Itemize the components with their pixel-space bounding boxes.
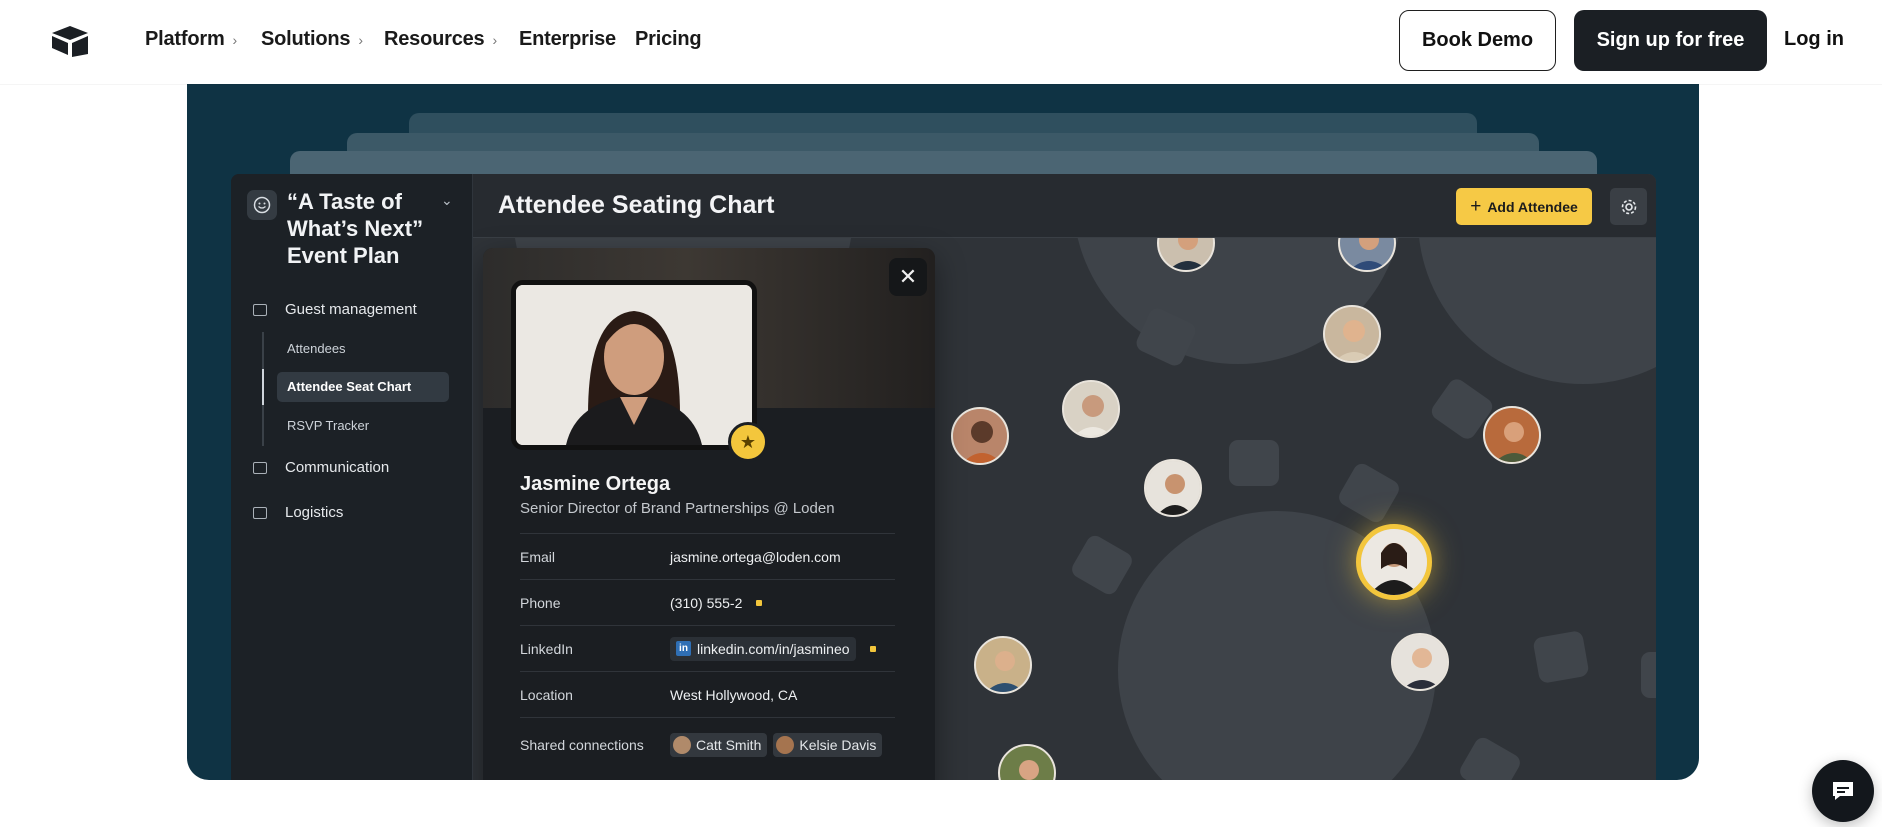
email-value[interactable]: jasmine.ortega@loden.com [670, 549, 841, 565]
nav-pricing[interactable]: Pricing [635, 28, 702, 51]
chat-icon [253, 303, 267, 316]
profile-role: Senior Director of Brand Partnerships @ … [520, 500, 835, 517]
connection-name: Kelsie Davis [799, 736, 877, 753]
attendee-avatar[interactable] [974, 636, 1032, 694]
field-label: Location [520, 686, 573, 703]
sidebar-group-logistics[interactable]: Logistics [253, 504, 343, 521]
linkedin-icon: in [676, 641, 691, 656]
profile-row-connections: Shared connections Catt Smith Kelsie Dav… [520, 717, 895, 771]
book-demo-button[interactable]: Book Demo [1399, 10, 1556, 71]
field-label: Shared connections [520, 736, 644, 753]
cursor-marker [756, 599, 763, 606]
seat[interactable] [1532, 630, 1590, 684]
profile-photo [511, 280, 757, 450]
field-label: Phone [520, 594, 561, 611]
logo-icon[interactable] [50, 24, 90, 58]
profile-name: Jasmine Ortega [520, 473, 671, 495]
top-navigation: Platform › Solutions › Resources › Enter… [0, 0, 1882, 84]
attendee-avatar[interactable] [1062, 380, 1120, 438]
attendee-avatar[interactable] [998, 744, 1056, 780]
connections-value: Catt Smith Kelsie Davis [670, 732, 888, 757]
connection-chip[interactable]: Catt Smith [670, 732, 768, 757]
hero-panel: “A Taste of What’s Next” Event Plan ⌄ Gu… [187, 84, 1699, 780]
nav-resources-label: Resources [384, 28, 485, 50]
plus-icon: + [1470, 195, 1482, 217]
profile-row-location: Location West Hollywood, CA [520, 671, 895, 717]
avatar [776, 735, 795, 754]
seat[interactable] [1456, 734, 1524, 780]
chevron-right-icon: › [358, 31, 363, 48]
sidebar-item-rsvp-tracker[interactable]: RSVP Tracker [287, 418, 369, 433]
sidebar-group-communication[interactable]: Communication [253, 459, 389, 476]
attendee-profile-card: ✕ ★ Jasmine Ortega Senior Director of Br… [483, 248, 935, 780]
connection-chip[interactable]: Kelsie Davis [773, 732, 883, 757]
seat[interactable] [1229, 440, 1279, 486]
linkedin-value[interactable]: in linkedin.com/in/jasmineo [670, 636, 876, 661]
app-sidebar: “A Taste of What’s Next” Event Plan ⌄ Gu… [231, 174, 473, 780]
seat[interactable] [1335, 460, 1403, 526]
star-icon: ★ [728, 422, 768, 462]
seat[interactable] [1641, 652, 1656, 698]
chart-header: Attendee Seating Chart + Add Attendee [473, 174, 1656, 238]
location-value: West Hollywood, CA [670, 686, 798, 703]
chevron-down-icon[interactable]: ⌄ [441, 192, 453, 209]
attendee-avatar-highlighted[interactable] [1356, 524, 1432, 600]
attendee-avatar[interactable] [1483, 406, 1541, 464]
sidebar-group-label: Logistics [285, 504, 344, 521]
nav-enterprise-label: Enterprise [519, 28, 616, 50]
seat[interactable] [1068, 532, 1136, 598]
box-icon [253, 506, 267, 519]
profile-row-linkedin: LinkedIn in linkedin.com/in/jasmineo [520, 625, 895, 671]
nav-solutions-label: Solutions [261, 28, 351, 50]
nav-platform-label: Platform [145, 28, 225, 50]
profile-row-email: Email jasmine.ortega@loden.com [520, 533, 895, 579]
cursor-marker [869, 645, 876, 652]
nav-pricing-label: Pricing [635, 28, 702, 50]
login-link[interactable]: Log in [1784, 28, 1844, 51]
avatar [673, 735, 691, 754]
page-title: Attendee Seating Chart [498, 191, 775, 219]
nav-enterprise[interactable]: Enterprise [519, 28, 616, 51]
profile-row-phone: Phone (310) 555-2 [520, 579, 895, 625]
attendee-avatar[interactable] [1391, 633, 1449, 691]
chevron-right-icon: › [492, 31, 497, 48]
nav-resources[interactable]: Resources › [384, 28, 497, 51]
field-label: Email [520, 548, 556, 565]
gear-icon[interactable] [1610, 188, 1647, 225]
add-attendee-label: Add Attendee [1487, 198, 1578, 215]
sidebar-group-label: Communication [285, 459, 390, 476]
linkedin-pill: in linkedin.com/in/jasmineo [670, 636, 856, 661]
nav-platform[interactable]: Platform › [145, 28, 237, 51]
phone-value[interactable]: (310) 555-2 [670, 594, 763, 611]
attendee-avatar[interactable] [951, 407, 1009, 465]
close-icon[interactable]: ✕ [889, 258, 927, 296]
connection-name: Catt Smith [696, 736, 762, 753]
attendee-avatar[interactable] [1323, 305, 1381, 363]
sidebar-item-attendees[interactable]: Attendees [287, 341, 346, 356]
attendee-avatar[interactable] [1144, 459, 1202, 517]
nav-solutions[interactable]: Solutions › [261, 28, 363, 51]
linkedin-url: linkedin.com/in/jasmineo [697, 640, 850, 657]
sidebar-group-label: Guest management [285, 301, 417, 318]
smiley-icon[interactable] [247, 190, 277, 220]
add-attendee-button[interactable]: + Add Attendee [1456, 188, 1592, 225]
chat-icon [253, 461, 267, 474]
app-window: “A Taste of What’s Next” Event Plan ⌄ Gu… [231, 174, 1656, 780]
field-label: LinkedIn [520, 640, 573, 657]
chat-icon[interactable] [1812, 760, 1874, 822]
sidebar-item-attendee-seat-chart[interactable]: Attendee Seat Chart [277, 372, 449, 402]
sidebar-group-guest-management[interactable]: Guest management [253, 301, 417, 318]
signup-button[interactable]: Sign up for free [1574, 10, 1767, 71]
chevron-right-icon: › [232, 31, 238, 48]
workspace-title: “A Taste of What’s Next” Event Plan [287, 189, 424, 268]
tree-line-active [262, 369, 264, 405]
seating-chart-area: Attendee Seating Chart + Add Attendee ✕ [473, 174, 1656, 780]
phone-text: (310) 555-2 [670, 594, 743, 611]
